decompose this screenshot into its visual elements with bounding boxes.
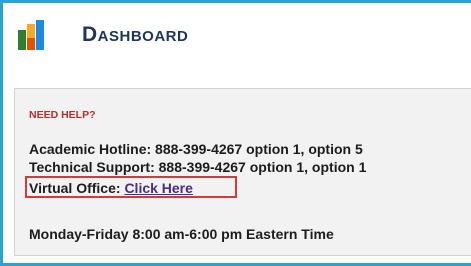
virtual-office-label: Virtual Office:	[29, 180, 121, 196]
office-hours-text: Monday-Friday 8:00 am-6:00 pm Eastern Ti…	[29, 226, 334, 242]
academic-hotline-text: Academic Hotline: 888-399-4267 option 1,…	[29, 141, 363, 157]
virtual-office-row: Virtual Office: Click Here	[29, 180, 193, 196]
help-panel: NEED HELP? Academic Hotline: 888-399-426…	[14, 88, 471, 256]
page-title: Dashboard	[82, 23, 189, 46]
technical-support-text: Technical Support: 888-399-4267 option 1…	[29, 159, 367, 175]
dashboard-header: Dashboard	[3, 3, 471, 65]
virtual-office-link[interactable]: Click Here	[124, 180, 192, 196]
need-help-heading: NEED HELP?	[29, 109, 96, 121]
bar-chart-icon	[18, 20, 44, 50]
